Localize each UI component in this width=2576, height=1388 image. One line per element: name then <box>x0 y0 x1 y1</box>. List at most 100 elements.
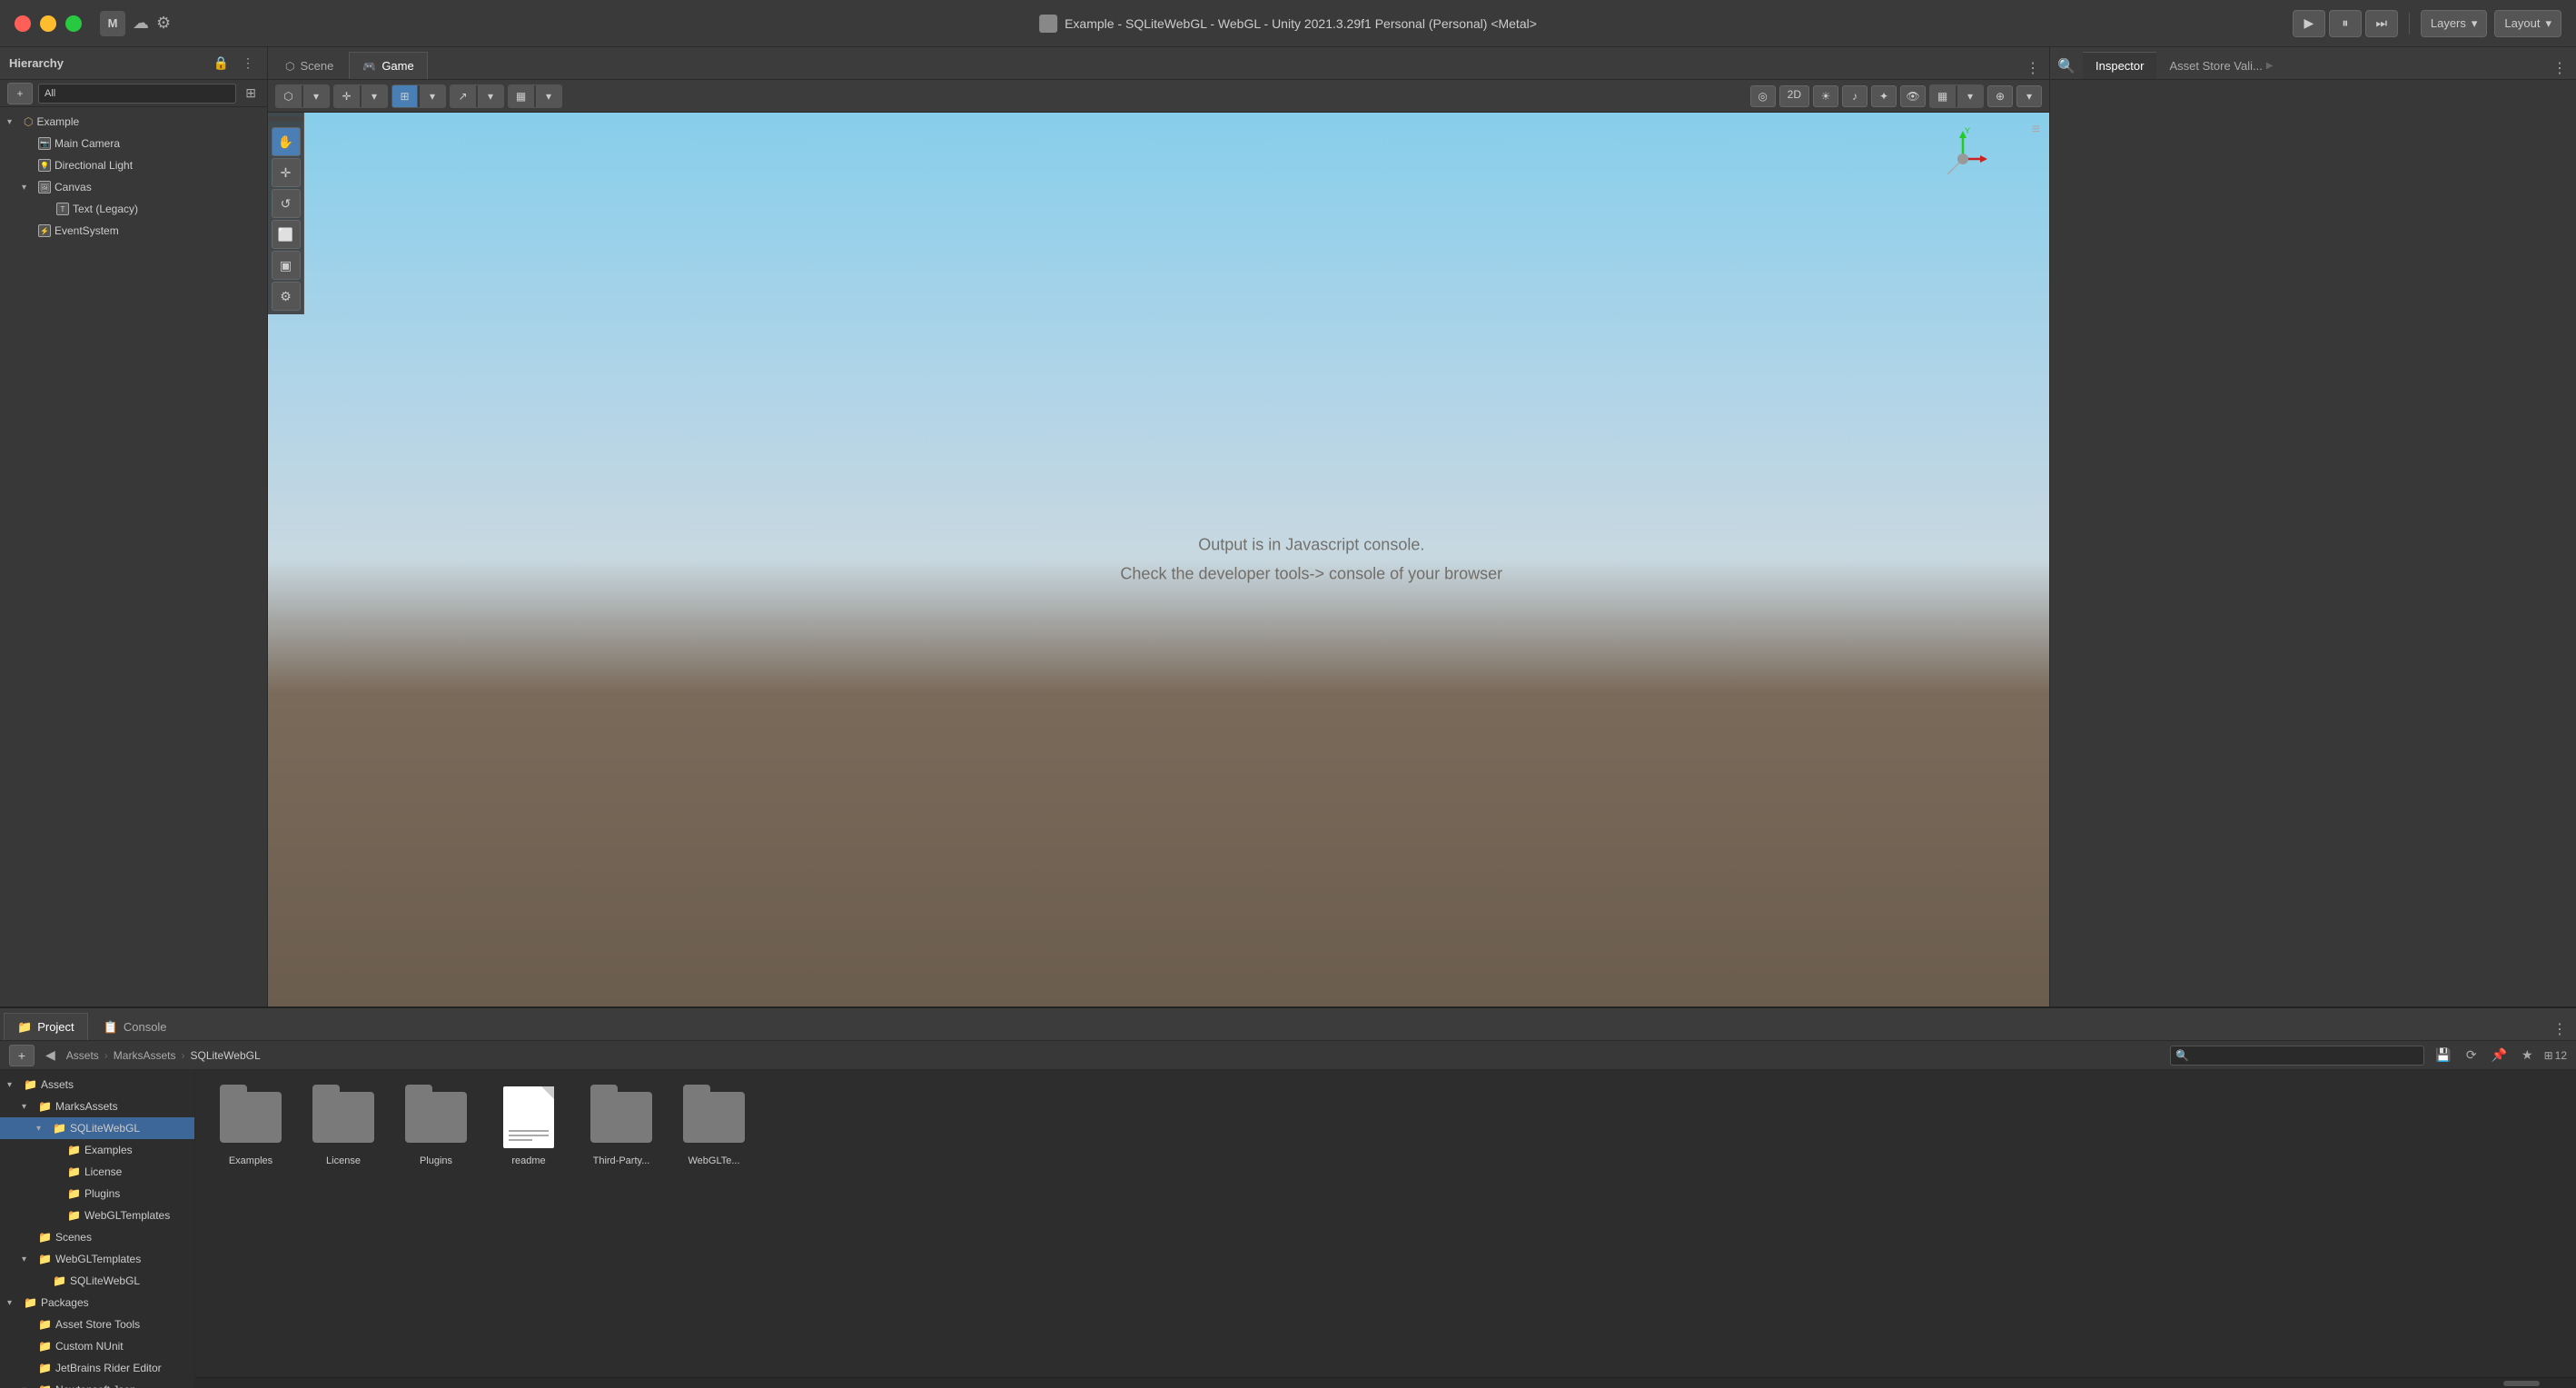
file-item-license[interactable]: License <box>302 1085 384 1166</box>
file-count-icon: ⊞ <box>2544 1049 2553 1062</box>
settings-icon[interactable]: ⚙ <box>156 14 171 33</box>
tree-scenes[interactable]: 📁 Scenes <box>0 1226 194 1248</box>
hierarchy-item-canvas[interactable]: ▾ 🖼 Canvas <box>0 176 267 198</box>
file-item-examples[interactable]: Examples <box>210 1085 292 1166</box>
tab-game[interactable]: 🎮 Game <box>349 52 427 79</box>
viewport-menu-btn[interactable]: ≡ <box>2032 122 2040 138</box>
tool-effects[interactable]: ✦ <box>1871 85 1897 107</box>
cloud-icon[interactable]: ☁ <box>133 14 149 33</box>
tool-vis-dd[interactable]: ▾ <box>536 85 561 107</box>
tree-customnunit[interactable]: 📁 Custom NUnit <box>0 1335 194 1357</box>
scrollbar-thumb[interactable] <box>2503 1381 2540 1386</box>
fullscreen-button[interactable] <box>65 15 82 32</box>
tool-grid[interactable]: ⊞ <box>392 85 418 107</box>
tab-project[interactable]: 📁 Project <box>4 1013 88 1040</box>
strip-rotate[interactable]: ↺ <box>272 189 301 218</box>
tree-webgltemplates[interactable]: ▾ 📁 WebGLTemplates <box>0 1248 194 1270</box>
play-button[interactable]: ▶ <box>2293 10 2325 37</box>
tab-assetstore[interactable]: Asset Store Vali... ▶ <box>2156 52 2285 79</box>
pause-button[interactable]: ⏸ <box>2329 10 2362 37</box>
tool-dropdown[interactable]: ▾ <box>303 85 329 107</box>
tree-marksassets[interactable]: ▾ 📁 MarksAssets <box>0 1096 194 1117</box>
inspector-search-btn[interactable]: 🔍 <box>2054 54 2079 79</box>
hierarchy-filter-btn[interactable]: ⊞ <box>242 84 260 103</box>
strip-move[interactable]: ✛ <box>272 158 301 187</box>
tree-newtonsoft-label: Newtonsoft Json <box>55 1383 136 1388</box>
tree-packages[interactable]: ▾ 📁 Packages <box>0 1292 194 1314</box>
breadcrumb-assets[interactable]: Assets <box>66 1049 99 1062</box>
btn-2d[interactable]: 2D <box>1779 85 1809 107</box>
tree-sqlitewebgl[interactable]: ▾ 📁 SQLiteWebGL <box>0 1117 194 1139</box>
hierarchy-add-btn[interactable]: + <box>7 83 33 104</box>
bottom-more-btn[interactable]: ⋮ <box>2547 1018 2572 1040</box>
project-pin-btn[interactable]: 📌 <box>2488 1046 2511 1065</box>
project-sync-btn[interactable]: ⟳ <box>2462 1046 2481 1065</box>
tool-snap[interactable]: ↗ <box>451 85 476 107</box>
tree-sqlitewebgl-label: SQLiteWebGL <box>70 1122 140 1135</box>
tool-light[interactable]: ☀ <box>1813 85 1838 107</box>
center-panel: ⬡ Scene 🎮 Game ⋮ ⬡ ▾ ✛ ▾ ⊞ ▾ <box>268 47 2049 1006</box>
project-save-btn[interactable]: 💾 <box>2432 1046 2454 1065</box>
tool-aspect-dd[interactable]: ▾ <box>1957 85 1983 107</box>
strip-hand[interactable]: ✋ <box>272 127 301 156</box>
project-nav-back[interactable]: ◀ <box>42 1046 59 1065</box>
tree-sqlitewebgl2[interactable]: 📁 SQLiteWebGL <box>0 1270 194 1292</box>
layers-dropdown[interactable]: Layers ▾ <box>2421 10 2488 37</box>
tool-select[interactable]: ⬡ <box>276 85 302 107</box>
tree-plugins[interactable]: 📁 Plugins <box>0 1183 194 1205</box>
tool-vis[interactable]: ▦ <box>509 85 534 107</box>
file-item-readme[interactable]: readme <box>488 1085 570 1166</box>
tree-assetstoretools[interactable]: 📁 Asset Store Tools <box>0 1314 194 1335</box>
file-item-thirdparty[interactable]: Third-Party... <box>580 1085 662 1166</box>
tool-gizmo-dd[interactable]: ▾ <box>2016 85 2042 107</box>
hierarchy-item-example[interactable]: ▾ ⬡ Example <box>0 111 267 133</box>
tool-persp[interactable]: ◎ <box>1750 85 1776 107</box>
tab-scene[interactable]: ⬡ Scene <box>272 52 347 79</box>
layout-dropdown[interactable]: Layout ▾ <box>2494 10 2561 37</box>
tree-examples[interactable]: 📁 Examples <box>0 1139 194 1161</box>
tree-assets[interactable]: ▾ 📁 Assets <box>0 1074 194 1096</box>
strip-scale[interactable]: ⬜ <box>272 220 301 249</box>
tab-more-btn[interactable]: ⋮ <box>2020 57 2046 79</box>
tab-inspector[interactable]: Inspector <box>2083 52 2156 79</box>
assetstore-tab-arrow[interactable]: ▶ <box>2266 61 2274 71</box>
strip-custom[interactable]: ⚙ <box>272 282 301 311</box>
strip-rect[interactable]: ▣ <box>272 251 301 280</box>
tool-snap-dd[interactable]: ▾ <box>478 85 503 107</box>
hierarchy-item-eventsystem[interactable]: ⚡ EventSystem <box>0 220 267 242</box>
file-item-webglte[interactable]: WebGLTe... <box>673 1085 755 1166</box>
file-count-badge: ⊞ 12 <box>2544 1049 2567 1062</box>
scene-viewport[interactable]: ✋ ✛ ↺ ⬜ ▣ ⚙ Output is in Javascript cons… <box>268 113 2049 1006</box>
hierarchy-search[interactable] <box>38 84 236 104</box>
hierarchy-lock-btn[interactable]: 🔒 <box>210 54 233 73</box>
tree-newtonsoft[interactable]: ▾ 📁 Newtonsoft Json <box>0 1379 194 1388</box>
tool-aspect[interactable]: ▦ <box>1930 85 1956 107</box>
step-button[interactable]: ⏭ <box>2365 10 2398 37</box>
inspector-more-btn[interactable]: ⋮ <box>2547 57 2572 79</box>
close-button[interactable] <box>15 15 31 32</box>
tree-assetstoretools-label: Asset Store Tools <box>55 1318 140 1331</box>
tool-grid-dd[interactable]: ▾ <box>420 85 445 107</box>
hierarchy-item-dirlight[interactable]: 💡 Directional Light <box>0 154 267 176</box>
breadcrumb-marksassets[interactable]: MarksAssets <box>114 1049 176 1062</box>
tool-move-dd[interactable]: ▾ <box>362 85 387 107</box>
tool-gizmo[interactable]: ⊕ <box>1987 85 2013 107</box>
tree-sqlitewebgl2-label: SQLiteWebGL <box>70 1274 140 1287</box>
account-btn[interactable]: M <box>100 11 125 36</box>
project-add-btn[interactable]: + <box>9 1045 35 1066</box>
hierarchy-item-maincamera[interactable]: 📷 Main Camera <box>0 133 267 154</box>
tree-webgltemplates-sub[interactable]: 📁 WebGLTemplates <box>0 1205 194 1226</box>
project-star-btn[interactable]: ★ <box>2518 1046 2537 1065</box>
minimize-button[interactable] <box>40 15 56 32</box>
tab-console[interactable]: 📋 Console <box>90 1013 181 1040</box>
bottom-scrollbar[interactable] <box>195 1377 2576 1388</box>
project-search-input[interactable] <box>2170 1046 2424 1066</box>
tree-license[interactable]: 📁 License <box>0 1161 194 1183</box>
tool-move[interactable]: ✛ <box>334 85 360 107</box>
tool-hidden[interactable]: 👁 <box>1900 85 1926 107</box>
hierarchy-item-textlegacy[interactable]: T Text (Legacy) <box>0 198 267 220</box>
tool-audio[interactable]: ♪ <box>1842 85 1868 107</box>
file-item-plugins[interactable]: Plugins <box>395 1085 477 1166</box>
tree-jetbrains[interactable]: 📁 JetBrains Rider Editor <box>0 1357 194 1379</box>
hierarchy-more-btn[interactable]: ⋮ <box>238 54 258 73</box>
